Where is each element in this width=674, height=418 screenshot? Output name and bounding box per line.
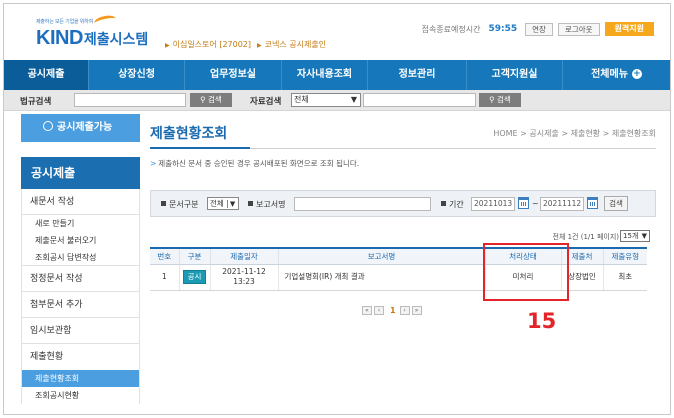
date-from-input[interactable]: 20211013 [471, 197, 515, 211]
disclosure-available-button[interactable]: 공시제출가능 [21, 114, 140, 142]
extend-button[interactable]: 연장 [525, 22, 553, 36]
app-frame: 제출하는 모든 기업을 위하여 KIND제출시스템 ▶ 이십일스토어 [27002… [3, 3, 671, 415]
nav-item-disclosure-submit[interactable]: 공시제출 [4, 60, 89, 90]
sidebar-item-inquiry-answer[interactable]: 조회공시 답변작성 [22, 249, 139, 266]
triangle-right-icon: ▶ [165, 42, 170, 49]
main-nav: 공시제출 상장신청 업무정보실 자사내용조회 정보관리 고객지원실 전체메뉴 + [4, 60, 670, 90]
plus-circle-icon: + [631, 69, 642, 79]
material-search-input[interactable] [363, 93, 476, 107]
nav-item-business-info[interactable]: 업무정보실 [185, 60, 282, 90]
date-range-separator: ~ [532, 199, 539, 208]
calendar-icon[interactable] [587, 197, 598, 209]
cell-kind: 공시 [178, 264, 210, 291]
logo-tagline: 제출하는 모든 기업을 위하여 [36, 19, 93, 25]
report-name-input[interactable] [294, 197, 431, 211]
date-to-input[interactable]: 20211112 [540, 197, 584, 211]
result-count: 전체 1건 (1/1 페이지) [552, 233, 620, 241]
material-type-select[interactable]: 전체 ▼ [291, 93, 361, 107]
sidebar-item-new-document[interactable]: 새문서 작성 [22, 189, 139, 215]
nav-item-listing-apply[interactable]: 상장신청 [89, 60, 185, 90]
page-title: 제출현황조회 [150, 126, 228, 142]
annotation-step-number: 15 [527, 309, 557, 333]
market-link[interactable]: ▶ 코넥스 공시제출인 [257, 39, 326, 50]
per-page-select[interactable]: 15개 ▼ [620, 230, 650, 242]
nav-item-info-management[interactable]: 정보관리 [368, 60, 467, 90]
sidebar-item-inquiry-status[interactable]: 조회공시현황 [22, 387, 139, 404]
next-page-button[interactable]: › [399, 306, 410, 315]
col-header-type: 제출유형 [602, 247, 647, 265]
cell-report-name[interactable]: 기업설명회(IR) 개최 결과 [277, 264, 485, 291]
company-link[interactable]: ▶ 이십일스토어 [27002] [165, 39, 251, 50]
chevron-right-icon: > [150, 159, 157, 168]
title-underline [150, 147, 250, 149]
bullet-square-icon [161, 201, 166, 206]
remote-support-button[interactable]: 원격지원 [604, 22, 654, 36]
filter-panel: 문서구분 전체 ▼ 보고서명 기간 20211013 ~ 20211112 검색 [150, 190, 656, 217]
col-header-no: 번호 [150, 247, 179, 265]
sidebar-menu: 새문서 작성 새로 만들기 제출문서 불러오기 조회공시 답변작성 정정문서 작… [21, 189, 140, 404]
nav-item-all-menu[interactable]: 전체메뉴 + [563, 60, 670, 90]
last-page-button[interactable]: » [411, 306, 422, 315]
search-icon: ⚲ [489, 95, 495, 104]
bullet-square-icon [441, 201, 446, 206]
logo-kind-text: KIND [36, 27, 83, 49]
sidebar-item-attachment[interactable]: 첨부문서 추가 [22, 292, 139, 318]
cell-type: 최초 [602, 264, 647, 291]
prev-page-button[interactable]: ‹ [374, 306, 384, 315]
breadcrumb: HOME > 공시제출 > 제출현황 > 제출현황조회 [493, 129, 656, 138]
table-header-row: 번호 구분 제출일자 보고서명 처리상태 제출처 제출유형 [150, 247, 647, 265]
sidebar-item-load-document[interactable]: 제출문서 불러오기 [22, 232, 139, 249]
nav-item-company-inquiry[interactable]: 자사내용조회 [282, 60, 368, 90]
session-timer: 59:55 [488, 24, 518, 34]
sidebar-item-status-inquiry[interactable]: 제출현황조회 [22, 370, 139, 387]
logout-button[interactable]: 로그아웃 [557, 22, 600, 36]
notice-text: > 제출하신 문서 중 승인된 경우 공시배포된 화면으로 조회 됩니다. [150, 159, 360, 168]
first-page-button[interactable]: « [362, 306, 372, 315]
material-search-button[interactable]: ⚲ 검색 [479, 93, 521, 107]
cell-date: 2021-11-12 13:23 [209, 264, 278, 291]
sidebar-item-submit-status[interactable]: 제출현황 [22, 344, 139, 370]
law-search-input[interactable] [74, 93, 186, 107]
doc-type-select[interactable]: 전체 ▼ [207, 197, 239, 210]
sidebar-item-create-new[interactable]: 새로 만들기 [22, 215, 139, 232]
kind-badge[interactable]: 공시 [182, 270, 207, 284]
clock-icon [43, 121, 53, 131]
col-header-date: 제출일자 [209, 247, 278, 265]
triangle-right-icon: ▶ [257, 42, 262, 49]
sidebar-section-title: 공시제출 [21, 157, 140, 189]
law-search-button[interactable]: ⚲ 검색 [190, 93, 232, 107]
pagination: « ‹ 1 › » [362, 305, 424, 316]
col-header-report: 보고서명 [277, 247, 485, 265]
cell-no: 1 [150, 264, 179, 291]
session-area: 접속종료예정시간 59:55 연장 로그아웃 원격지원 [422, 22, 670, 36]
sidebar: 공시제출가능 공시제출 새문서 작성 새로 만들기 제출문서 불러오기 조회공시… [21, 114, 140, 414]
search-bar: 법규검색 ⚲ 검색 자료검색 전체 ▼ ⚲ 검색 [4, 90, 670, 111]
material-search-label: 자료검색 [250, 97, 282, 107]
search-icon: ⚲ [200, 95, 206, 104]
chevron-down-icon: ▼ [226, 200, 236, 208]
col-header-kind: 구분 [178, 247, 210, 265]
table-row[interactable]: 1 공시 2021-11-12 13:23 기업설명회(IR) 개최 결과 미처리… [150, 264, 647, 291]
nav-item-customer-support[interactable]: 고객지원실 [467, 60, 563, 90]
law-search-label: 법규검색 [20, 97, 52, 107]
calendar-icon[interactable] [518, 197, 529, 209]
sidebar-item-temp-storage[interactable]: 임시보관함 [22, 318, 139, 344]
chevron-down-icon: ▼ [350, 95, 357, 104]
sidebar-item-correction[interactable]: 정정문서 작성 [22, 266, 139, 292]
current-page[interactable]: 1 [390, 306, 396, 315]
session-label: 접속종료예정시간 [421, 24, 481, 34]
chevron-down-icon: ▼ [641, 232, 647, 240]
status-table: 번호 구분 제출일자 보고서명 처리상태 제출처 제출유형 1 공시 2021-… [150, 247, 647, 291]
report-name-label: 보고서명 [248, 199, 285, 210]
bullet-square-icon [248, 201, 253, 206]
filter-search-button[interactable]: 검색 [604, 196, 628, 211]
period-label: 기간 [441, 199, 464, 210]
header: 제출하는 모든 기업을 위하여 KIND제출시스템 ▶ 이십일스토어 [27002… [4, 4, 670, 60]
logo-system-text: 제출시스템 [83, 32, 149, 48]
doc-type-label: 문서구분 [161, 199, 198, 210]
annotation-highlight-box [483, 243, 569, 301]
main-content: 제출현황조회 HOME > 공시제출 > 제출현황 > 제출현황조회 > 제출하신… [150, 114, 656, 414]
